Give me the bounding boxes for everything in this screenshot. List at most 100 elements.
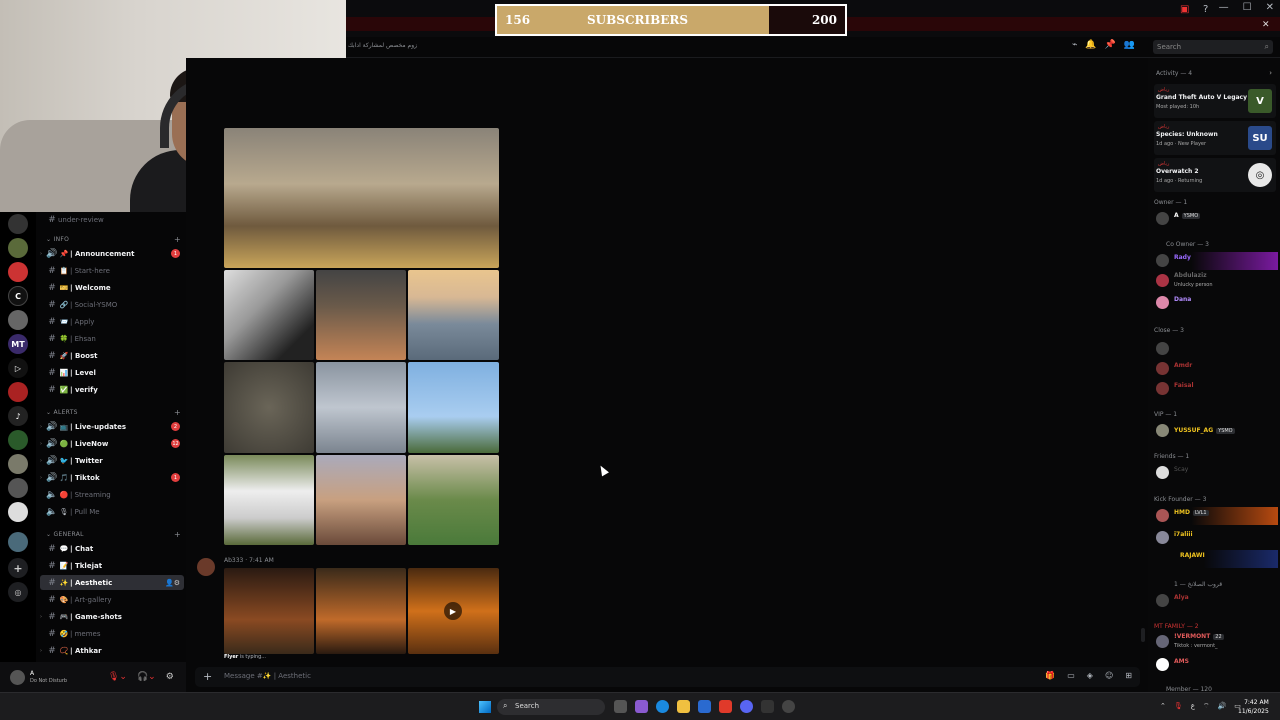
channel-item[interactable]: › 🔊 🐦 | Twitter <box>40 453 184 468</box>
channel-item[interactable]: 🔈 🔴 | Streaming <box>40 487 184 502</box>
activity-card[interactable]: رياض Overwatch 2 1d ago · Returning ◎ <box>1154 158 1276 192</box>
edge-icon[interactable] <box>656 700 669 713</box>
clock[interactable]: 7:42 AM 11/6/2025 <box>1238 698 1269 716</box>
channel-item[interactable]: › 🔊 🎵 | Tiktok 1 <box>40 470 184 485</box>
server-icon[interactable] <box>8 382 28 402</box>
image-attachment[interactable] <box>316 362 406 453</box>
channel-item[interactable]: # 📝 | Tklejat <box>40 558 184 573</box>
video-attachment[interactable]: ▶ <box>408 568 499 654</box>
gif-icon[interactable]: ▭ <box>1067 671 1075 680</box>
minimize-icon[interactable]: — <box>1219 2 1229 13</box>
gift-icon[interactable]: 🎁 <box>1045 671 1055 680</box>
image-attachment[interactable] <box>224 362 314 453</box>
sticker-icon[interactable]: ◈ <box>1087 671 1093 680</box>
task-view-icon[interactable] <box>614 700 627 713</box>
add-channel-icon[interactable]: + <box>174 530 181 539</box>
wifi-icon[interactable]: ⌔ <box>1203 702 1210 711</box>
image-attachment[interactable] <box>316 270 406 360</box>
server-icon[interactable]: MT <box>8 334 28 354</box>
pin-icon[interactable]: 📌 <box>1105 40 1116 50</box>
search-input[interactable]: Search ⌕ <box>1153 40 1273 54</box>
message-author[interactable]: Ab333 <box>224 557 243 564</box>
image-attachment[interactable] <box>408 270 499 360</box>
image-attachment[interactable] <box>224 568 314 654</box>
channel-item[interactable]: › 🔊 📺 | Live-updates 2 <box>40 419 184 434</box>
member-item[interactable]: Scay <box>1154 464 1278 482</box>
channel-item[interactable]: # 🎫 | Welcome <box>40 280 184 295</box>
taskbar-search[interactable]: ⌕ Search <box>497 699 605 715</box>
category-alerts[interactable]: ⌄ ALERTS + <box>46 408 181 417</box>
member-item[interactable]: YUSSUF_AG YSMO <box>1154 422 1278 440</box>
member-item[interactable]: !VERMONT 22 Tiktok : vermont_ <box>1154 633 1278 651</box>
member-item[interactable]: Amdr <box>1154 360 1278 378</box>
server-icon[interactable] <box>8 310 28 330</box>
member-item[interactable]: Rady <box>1154 252 1278 270</box>
add-server-icon[interactable]: + <box>8 558 28 578</box>
member-item[interactable] <box>1154 340 1278 358</box>
image-attachment[interactable] <box>224 270 314 360</box>
channel-item[interactable]: › # 📿 | Athkar <box>40 643 184 658</box>
channel-item[interactable]: 🔈 🎙 | Pull Me <box>40 504 184 519</box>
member-item[interactable]: Dana <box>1154 294 1278 312</box>
deafen-icon[interactable]: 🎧⌄ <box>137 672 156 682</box>
category-info[interactable]: ⌄ INFO + <box>46 235 181 244</box>
play-icon[interactable]: ▶ <box>444 602 462 620</box>
channel-item[interactable]: # 🤣 | memes <box>40 626 184 641</box>
settings-gear-icon[interactable]: ⚙ <box>166 672 174 682</box>
add-channel-icon[interactable]: + <box>174 408 181 417</box>
apps-icon[interactable]: ⊞ <box>1125 671 1132 680</box>
maximize-icon[interactable]: ☐ <box>1243 2 1252 13</box>
channel-item[interactable]: # 📨 | Apply <box>40 314 184 329</box>
help-icon[interactable]: ? <box>1203 4 1208 15</box>
image-attachment[interactable] <box>408 455 499 545</box>
channel-item[interactable]: # 📋 | Start-here <box>40 263 184 278</box>
channel-item[interactable]: # 🍀 | Ehsan <box>40 331 184 346</box>
server-icon[interactable] <box>8 214 28 234</box>
channel-item[interactable]: › 🔊 🟢 | LiveNow 12 <box>40 436 184 451</box>
emoji-icon[interactable]: ☺ <box>1105 671 1113 680</box>
server-icon[interactable]: C <box>8 286 28 306</box>
channel-item[interactable]: › # 🎮 | Game-shots <box>40 609 184 624</box>
channel-item[interactable]: # under-review <box>40 212 184 227</box>
channel-item[interactable]: # 🔗 | Social-YSMO <box>40 297 184 312</box>
language-icon[interactable]: ع <box>1191 702 1195 711</box>
copilot-icon[interactable] <box>635 700 648 713</box>
bell-icon[interactable]: 🔔 <box>1085 40 1096 50</box>
channel-item[interactable]: # 🎨 | Art-gallery <box>40 592 184 607</box>
discord-icon[interactable] <box>740 700 753 713</box>
channel-item[interactable]: # ✅ | verify <box>40 382 184 397</box>
member-item[interactable]: AMS <box>1154 656 1278 674</box>
inbox-icon[interactable]: ▣ <box>1180 4 1189 15</box>
start-button[interactable] <box>479 701 491 713</box>
image-attachment[interactable] <box>316 455 406 545</box>
activity-card[interactable]: رياض Grand Theft Auto V Legacy Most play… <box>1154 84 1276 118</box>
server-icon[interactable]: ▷ <box>8 358 28 378</box>
image-attachment[interactable] <box>224 455 314 545</box>
avatar[interactable] <box>197 558 215 576</box>
close-icon[interactable]: ✕ <box>1266 2 1274 13</box>
member-item[interactable]: Faisal <box>1154 380 1278 398</box>
message-input[interactable]: + Message #✨ | Aesthetic 🎁 ▭ ◈ ☺ ⊞ <box>195 667 1140 687</box>
member-item[interactable]: RAJAWI <box>1154 550 1278 568</box>
mute-mic-icon[interactable]: 🎙⌄ <box>108 672 127 682</box>
obs-icon[interactable] <box>782 700 795 713</box>
server-icon[interactable] <box>8 262 28 282</box>
channel-item[interactable]: › 🔊 📌 | Announcement 1 <box>40 246 184 261</box>
volume-icon[interactable]: 🔊 <box>1218 702 1227 711</box>
member-item[interactable]: Alya <box>1154 592 1278 610</box>
file-explorer-icon[interactable] <box>677 700 690 713</box>
image-attachment[interactable] <box>316 568 406 654</box>
server-icon[interactable] <box>8 502 28 522</box>
mic-icon[interactable]: 🎙 <box>1174 702 1183 711</box>
image-attachment[interactable] <box>224 128 499 268</box>
server-icon[interactable]: ♪ <box>8 406 28 426</box>
threads-icon[interactable]: ⌁ <box>1072 40 1077 50</box>
avatar[interactable] <box>10 670 25 685</box>
channel-item[interactable]: # 💬 | Chat <box>40 541 184 556</box>
chevron-up-icon[interactable]: ⌃ <box>1160 702 1166 711</box>
chevron-right-icon[interactable]: › <box>1269 69 1272 77</box>
server-icon[interactable] <box>8 532 28 552</box>
members-icon[interactable]: 👥 <box>1124 40 1135 50</box>
member-item[interactable]: i7aliii <box>1154 529 1278 547</box>
server-icon[interactable] <box>8 454 28 474</box>
